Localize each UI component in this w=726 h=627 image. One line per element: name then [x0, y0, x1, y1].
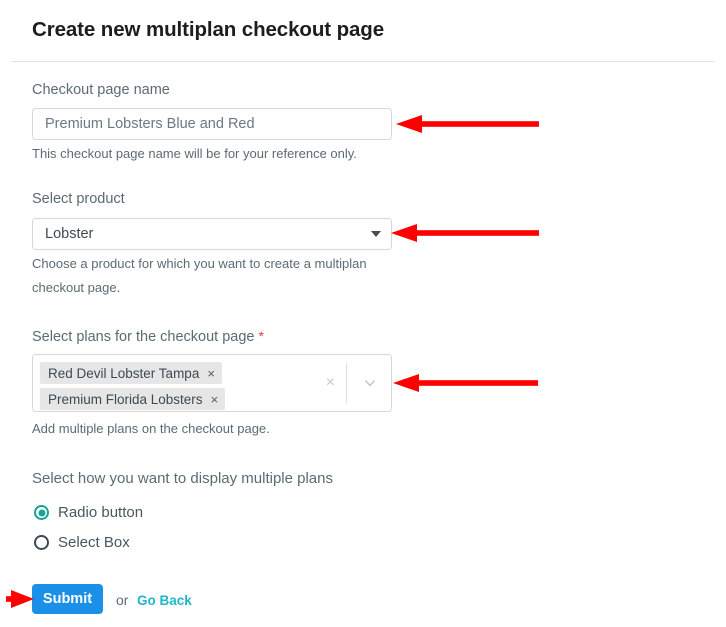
- plan-tag[interactable]: Premium Florida Lobsters ×: [40, 388, 226, 410]
- go-back-link[interactable]: Go Back: [137, 593, 192, 608]
- page-header: Create new multiplan checkout page: [0, 0, 726, 61]
- plans-tag-list: Red Devil Lobster Tampa × Premium Florid…: [40, 362, 226, 414]
- checkout-page-name-help: This checkout page name will be for your…: [32, 146, 357, 161]
- radio-option-label: Radio button: [58, 504, 144, 521]
- submit-button[interactable]: Submit: [32, 584, 103, 614]
- caret-down-icon: [371, 231, 381, 237]
- multiselect-separator: [346, 363, 347, 403]
- select-plans-label-text: Select plans for the checkout page: [32, 329, 255, 345]
- checkout-page-name-input[interactable]: [32, 108, 392, 140]
- page-title: Create new multiplan checkout page: [32, 18, 385, 41]
- product-select[interactable]: Lobster: [32, 218, 392, 250]
- select-plans-help: Add multiple plans on the checkout page.: [32, 421, 270, 436]
- plans-multiselect[interactable]: Red Devil Lobster Tampa × Premium Florid…: [32, 354, 392, 412]
- radio-unselected-icon[interactable]: [34, 535, 49, 550]
- plan-tag-label: Premium Florida Lobsters: [48, 391, 203, 407]
- arrow-to-submit-button: [6, 588, 34, 610]
- arrow-to-plans-multiselect: [393, 372, 541, 394]
- radio-option-radio-button[interactable]: Radio button: [34, 504, 143, 521]
- clear-all-icon[interactable]: ×: [326, 375, 335, 391]
- arrow-to-product-select: [391, 222, 541, 244]
- radio-selected-icon[interactable]: [34, 505, 49, 520]
- select-product-help-line2: checkout page.: [32, 280, 121, 295]
- or-separator-text: or: [116, 592, 129, 608]
- plan-tag-label: Red Devil Lobster Tampa: [48, 365, 200, 381]
- required-asterisk: *: [258, 328, 264, 344]
- radio-option-select-box[interactable]: Select Box: [34, 534, 130, 551]
- select-product-help-line1: Choose a product for which you want to c…: [32, 256, 367, 271]
- plan-tag-remove-icon[interactable]: ×: [207, 367, 215, 380]
- checkout-page-name-label: Checkout page name: [32, 82, 170, 98]
- header-divider: [11, 61, 715, 62]
- product-select-value: Lobster: [45, 226, 94, 242]
- arrow-to-name-input: [396, 113, 541, 135]
- plan-tag-remove-icon[interactable]: ×: [211, 393, 219, 406]
- display-mode-label: Select how you want to display multiple …: [32, 470, 333, 487]
- plan-tag[interactable]: Red Devil Lobster Tampa ×: [40, 362, 222, 384]
- radio-option-label: Select Box: [58, 534, 130, 551]
- select-product-label: Select product: [32, 191, 125, 207]
- chevron-down-icon[interactable]: [363, 376, 377, 390]
- select-plans-label: Select plans for the checkout page *: [32, 328, 264, 345]
